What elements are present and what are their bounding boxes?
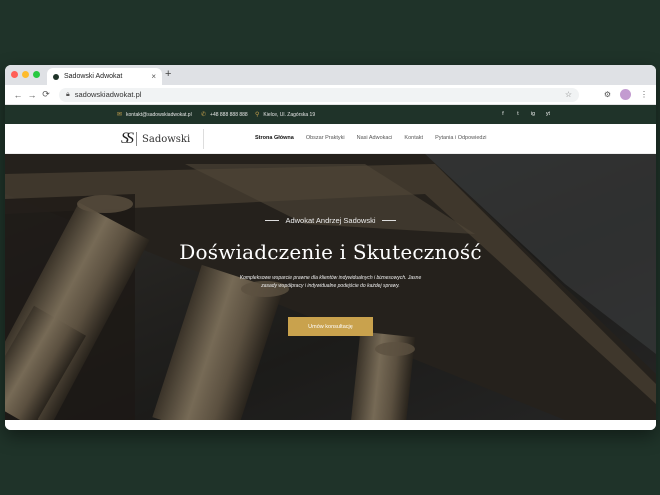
hero-section: Adwokat Andrzej Sadowski Doświadczenie i… (5, 154, 656, 420)
maximize-window-button[interactable] (33, 71, 40, 78)
browser-window: Sadowski Adwokat × + ← → ⟳ 🔒︎ sadowskiad… (5, 65, 656, 430)
url-field[interactable]: 🔒︎ sadowskiadwokat.pl ☆ (59, 87, 579, 102)
reload-icon[interactable]: ⟳ (39, 89, 53, 100)
email-text: kontakt@sadowskiadwokat.pl (126, 111, 192, 118)
book-consultation-button[interactable]: Umów konsultację (288, 317, 373, 336)
address-text: Kielce, Ul. Zagórska 19 (263, 111, 316, 118)
hero-headline: Doświadczenie i Skuteczność (179, 240, 482, 264)
url-text: sadowskiadwokat.pl (74, 90, 142, 99)
favicon-icon (53, 73, 59, 80)
facebook-icon[interactable]: f (499, 110, 507, 118)
eyebrow-line-right (381, 220, 396, 221)
close-window-button[interactable] (11, 71, 18, 78)
tab-close-icon[interactable]: × (151, 72, 156, 81)
menu-kebab-icon[interactable]: ⋮ (640, 90, 648, 99)
phone-text: +48 888 888 888 (210, 111, 248, 118)
menu-item-lawyers[interactable]: Nasi Adwokaci (357, 135, 393, 141)
hero-eyebrow: Adwokat Andrzej Sadowski (5, 216, 656, 225)
forward-arrow-icon[interactable]: → (25, 90, 39, 100)
hero-eyebrow-text: Adwokat Andrzej Sadowski (285, 216, 376, 225)
tab-title: Sadowski Adwokat (64, 73, 123, 80)
hero-description-line-1: Kompleksowe wsparcie prawne dla klientów… (239, 275, 422, 281)
logo-text: Sadowski (142, 133, 191, 145)
hero-description: Kompleksowe wsparcie prawne dla klientów… (220, 274, 441, 290)
eyebrow-line-left (265, 220, 280, 221)
phone-icon: ✆ (201, 112, 207, 118)
address-info: ⚲ Kielce, Ul. Zagórska 19 (255, 111, 316, 119)
address-bar: ← → ⟳ 🔒︎ sadowskiadwokat.pl ☆ ⚙ ⋮ (5, 85, 656, 105)
nav-divider (203, 129, 204, 149)
logo-mark: SS (121, 130, 134, 147)
site-navigation: SS Sadowski Strona Główna Obszar Praktyk… (5, 124, 656, 154)
menu-item-practice-areas[interactable]: Obszar Praktyki (306, 135, 345, 141)
hero-description-line-2: zasady współpracy i indywidualne podejśc… (261, 283, 400, 289)
mail-icon: ✉ (117, 112, 123, 118)
youtube-icon[interactable]: yt (544, 110, 552, 118)
phone-info[interactable]: ✆ +48 888 888 888 (201, 111, 248, 119)
extensions-icon[interactable]: ⚙ (604, 90, 611, 99)
menu-item-contact[interactable]: Kontakt (404, 135, 423, 141)
menu-item-home[interactable]: Strona Główna (255, 135, 294, 141)
window-controls (11, 71, 40, 78)
minimize-window-button[interactable] (22, 71, 29, 78)
email-info[interactable]: ✉ kontakt@sadowskiadwokat.pl (117, 111, 192, 119)
location-pin-icon: ⚲ (255, 112, 260, 118)
toolbar-actions: ⚙ ⋮ (604, 89, 648, 100)
hero-content: Adwokat Andrzej Sadowski Doświadczenie i… (5, 154, 656, 420)
profile-avatar[interactable] (620, 89, 631, 100)
site-logo[interactable]: SS Sadowski (121, 130, 190, 148)
main-menu: Strona Główna Obszar Praktyki Nasi Adwok… (255, 135, 486, 141)
page-bottom-strip (5, 420, 656, 430)
back-arrow-icon[interactable]: ← (11, 90, 25, 100)
new-tab-button[interactable]: + (165, 68, 171, 80)
instagram-icon[interactable]: ig (529, 110, 537, 118)
menu-item-faq[interactable]: Pytania i Odpowiedzi (435, 135, 486, 141)
contact-info-bar: ✉ kontakt@sadowskiadwokat.pl ✆ +48 888 8… (5, 105, 656, 124)
bookmark-star-icon[interactable]: ☆ (565, 90, 572, 99)
tab-bar: Sadowski Adwokat × + (5, 65, 656, 85)
social-links: f t ig yt (499, 110, 552, 118)
lock-icon: 🔒︎ (66, 90, 70, 98)
browser-tab[interactable]: Sadowski Adwokat × (47, 68, 162, 85)
logo-separator (136, 132, 137, 146)
twitter-icon[interactable]: t (514, 110, 522, 118)
